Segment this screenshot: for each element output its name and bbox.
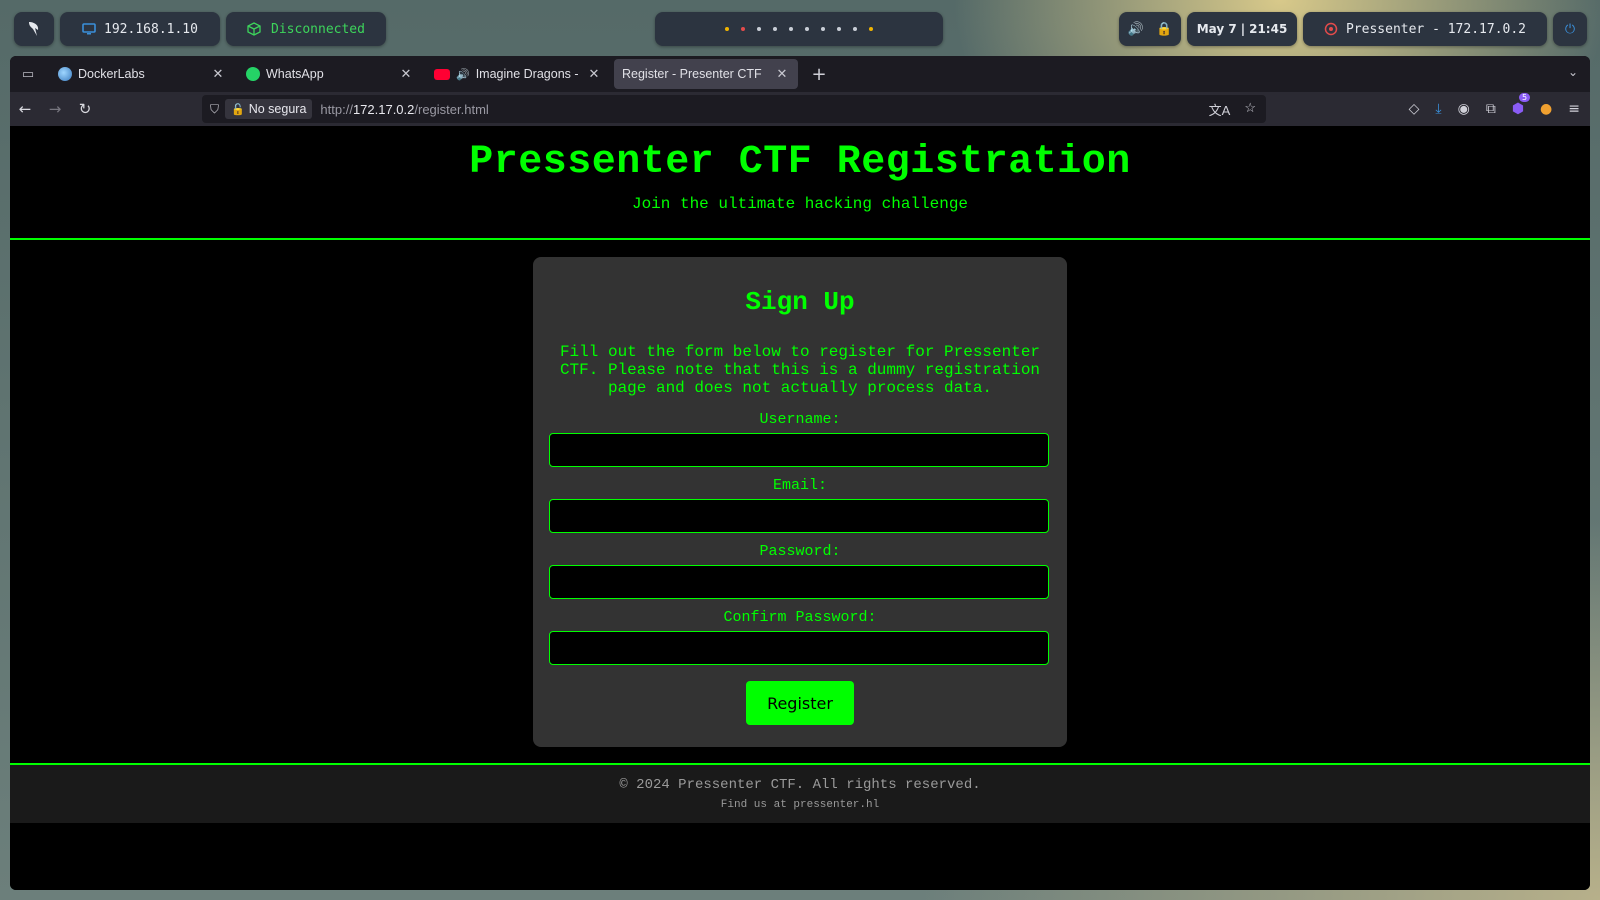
tab-title: DockerLabs bbox=[78, 67, 145, 81]
workspace-dot-icon[interactable] bbox=[757, 27, 761, 31]
tab-overview-icon[interactable]: ▭ bbox=[16, 62, 40, 86]
reload-icon[interactable]: ↻ bbox=[70, 100, 100, 118]
tab-register[interactable]: Register - Presenter CTF ✕ bbox=[614, 59, 798, 89]
unlocked-padlock-icon: 🔓 bbox=[231, 103, 245, 116]
workspace-dot-icon[interactable] bbox=[853, 27, 857, 31]
ip-address-widget[interactable]: 192.168.1.10 bbox=[60, 12, 220, 46]
url-host: 172.17.0.2 bbox=[352, 101, 415, 117]
new-tab-button[interactable]: + bbox=[806, 64, 832, 85]
tab-dockerlabs[interactable]: DockerLabs ✕ bbox=[50, 59, 234, 89]
footer-contact: Find us at pressenter.hl bbox=[720, 799, 880, 811]
confirm-password-input[interactable] bbox=[549, 631, 1049, 665]
signup-form: Sign Up Fill out the form below to regis… bbox=[533, 257, 1067, 747]
tracking-shield-icon[interactable]: ⛉ bbox=[210, 102, 219, 117]
tab-title: Imagine Dragons - Bo bbox=[475, 67, 580, 81]
page-footer: © 2024 Pressenter CTF. All rights reserv… bbox=[10, 763, 1590, 823]
vpn-status-text: Disconnected bbox=[271, 21, 365, 37]
url-path: /register.html bbox=[414, 101, 489, 117]
workspace-dot-icon[interactable] bbox=[789, 27, 793, 31]
tab-whatsapp[interactable]: WhatsApp ✕ bbox=[238, 59, 422, 89]
url-prefix: http:// bbox=[320, 101, 353, 117]
clock-date: May 7 bbox=[1196, 22, 1237, 36]
tab-title: WhatsApp bbox=[266, 67, 324, 81]
power-button[interactable]: ⏻ bbox=[1553, 12, 1587, 46]
url-text[interactable]: http://172.17.0.2/register.html bbox=[320, 102, 488, 117]
vpn-status-widget[interactable]: Disconnected bbox=[226, 12, 386, 46]
tab-youtube[interactable]: 🔊 Imagine Dragons - Bo ✕ bbox=[426, 59, 610, 89]
docker-favicon-icon bbox=[58, 67, 72, 81]
security-label: No segura bbox=[248, 102, 307, 116]
pocket-icon[interactable]: ◇ bbox=[1409, 101, 1420, 117]
form-heading: Sign Up bbox=[745, 287, 855, 317]
target-text: Pressenter - 172.17.0.2 bbox=[1345, 21, 1526, 37]
forward-arrow-icon[interactable]: → bbox=[40, 100, 70, 118]
tab-close-icon[interactable]: ✕ bbox=[210, 66, 226, 82]
register-button[interactable]: Register bbox=[746, 681, 854, 725]
translate-icon[interactable]: 文A bbox=[1209, 100, 1231, 119]
workspace-dot-icon[interactable] bbox=[869, 27, 873, 31]
footer-copyright: © 2024 Pressenter CTF. All rights reserv… bbox=[619, 777, 981, 793]
tab-title: Register - Presenter CTF bbox=[622, 67, 762, 81]
extension-cookie-icon[interactable]: ● bbox=[1540, 101, 1552, 117]
extension-purple-icon[interactable]: ⬢ 5 bbox=[1512, 93, 1531, 117]
ip-address-text: 192.168.1.10 bbox=[104, 21, 198, 37]
clock-time: 21:45 bbox=[1249, 22, 1288, 36]
workspace-dot-icon[interactable] bbox=[805, 27, 809, 31]
navigation-bar: ← → ↻ ⛉ 🔓 No segura http://172.17.0.2/re… bbox=[10, 92, 1590, 126]
volume-icon[interactable]: 🔊 bbox=[1128, 22, 1144, 37]
page-title: Pressenter CTF Registration bbox=[469, 140, 1131, 185]
page-subtitle: Join the ultimate hacking challenge bbox=[631, 195, 969, 213]
tab-bar: ▭ DockerLabs ✕ WhatsApp ✕ 🔊 Imagine Drag… bbox=[10, 56, 1590, 92]
username-label: Username: bbox=[759, 411, 841, 428]
workspace-dot-icon[interactable] bbox=[773, 27, 777, 31]
clock-separator: | bbox=[1240, 22, 1246, 36]
monitor-icon bbox=[82, 23, 96, 35]
cube-icon bbox=[247, 22, 261, 36]
kali-dragon-icon bbox=[29, 22, 39, 36]
account-icon[interactable]: ◉ bbox=[1458, 101, 1470, 117]
security-indicator[interactable]: 🔓 No segura bbox=[225, 99, 313, 119]
extension-badge-count: 5 bbox=[1518, 93, 1531, 102]
browser-window: ▭ DockerLabs ✕ WhatsApp ✕ 🔊 Imagine Drag… bbox=[10, 56, 1590, 890]
back-arrow-icon[interactable]: ← bbox=[10, 100, 40, 118]
target-widget[interactable]: Pressenter - 172.17.0.2 bbox=[1303, 12, 1547, 46]
target-icon bbox=[1324, 22, 1338, 36]
tab-list-chevron-icon[interactable]: ⌄ bbox=[1568, 65, 1578, 79]
youtube-favicon-icon bbox=[434, 68, 450, 80]
confirm-password-label: Confirm Password: bbox=[723, 609, 877, 626]
workspace-dot-icon[interactable] bbox=[725, 27, 729, 31]
address-bar[interactable]: ⛉ 🔓 No segura http://172.17.0.2/register… bbox=[202, 95, 1266, 123]
system-menu-button[interactable] bbox=[14, 12, 54, 46]
lock-icon[interactable]: 🔒 bbox=[1156, 22, 1172, 37]
downloads-icon[interactable]: ⤓ bbox=[1435, 101, 1441, 117]
email-input[interactable] bbox=[549, 499, 1049, 533]
whatsapp-favicon-icon bbox=[246, 67, 260, 81]
workspace-switcher[interactable] bbox=[655, 12, 943, 46]
audio-playing-icon[interactable]: 🔊 bbox=[456, 68, 470, 81]
workspace-dot-icon[interactable] bbox=[741, 27, 745, 31]
web-page: Pressenter CTF Registration Join the ult… bbox=[10, 126, 1590, 890]
username-input[interactable] bbox=[549, 433, 1049, 467]
bookmark-star-icon[interactable]: ☆ bbox=[1244, 100, 1256, 119]
tab-close-icon[interactable]: ✕ bbox=[774, 66, 790, 82]
clock-widget[interactable]: May 7 | 21:45 bbox=[1187, 12, 1297, 46]
password-label: Password: bbox=[759, 543, 841, 560]
page-header: Pressenter CTF Registration Join the ult… bbox=[10, 126, 1590, 240]
menu-hamburger-icon[interactable]: ≡ bbox=[1568, 101, 1580, 117]
form-description: Fill out the form below to register for … bbox=[559, 343, 1041, 397]
tab-close-icon[interactable]: ✕ bbox=[398, 66, 414, 82]
workspace-dot-icon[interactable] bbox=[837, 27, 841, 31]
system-tray[interactable]: 🔊 🔒 bbox=[1119, 12, 1181, 46]
password-input[interactable] bbox=[549, 565, 1049, 599]
tab-close-icon[interactable]: ✕ bbox=[586, 66, 602, 82]
email-label: Email: bbox=[772, 477, 827, 494]
workspace-dot-icon[interactable] bbox=[821, 27, 825, 31]
extensions-icon[interactable]: ⧉ bbox=[1486, 101, 1496, 117]
power-icon: ⏻ bbox=[1564, 21, 1576, 37]
